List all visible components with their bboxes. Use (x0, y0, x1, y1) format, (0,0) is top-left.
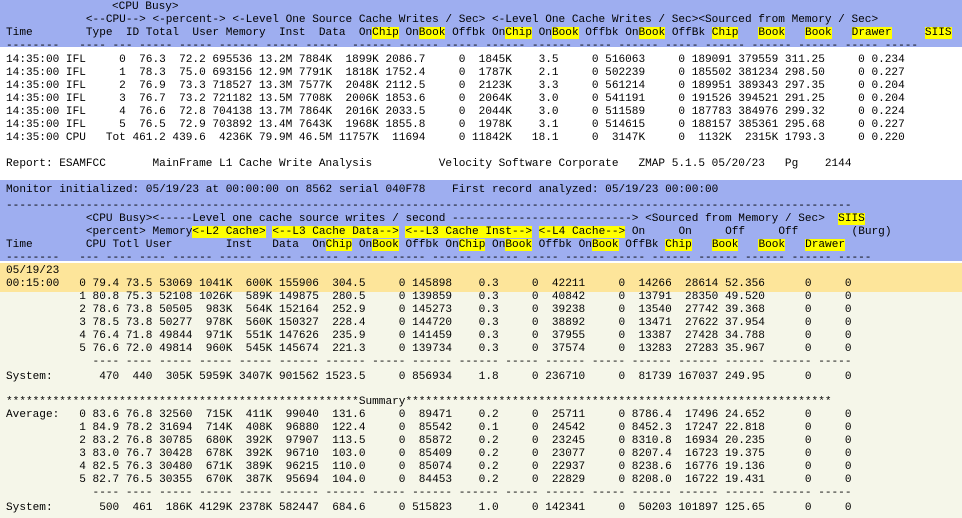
report1-header-separator: -------- ---- --- ----- ----- ------ ---… (6, 40, 919, 52)
report-title-line: Report: ESAMFCC MainFrame L1 Cache Write… (6, 158, 852, 170)
table-row: 3 78.5 73.8 50277 978K 560K 150327 228.4… (6, 317, 852, 329)
table-row-total: 14:35:00 CPU Tot 461.2 439.6 4236K 79.9M… (6, 132, 905, 144)
table-separator: ---- ---- ----- ----- ----- ------ -----… (6, 356, 852, 368)
report1-header-line-2: Time Type ID Total User Memory Inst Data… (6, 27, 952, 39)
table-row: 1 80.8 75.3 52108 1026K 589K 149875 280.… (6, 291, 852, 303)
table-row: 14:35:00 IFL 4 76.6 72.8 704138 13.7M 78… (6, 106, 905, 118)
table-row: 2 78.6 73.8 50505 983K 564K 152164 252.9… (6, 304, 852, 316)
table-row: 14:35:00 IFL 1 78.3 75.0 693156 12.9M 77… (6, 67, 905, 79)
summary-banner: ****************************************… (6, 396, 832, 408)
system-total-row: System: 470 440 305K 5959K 3407K 901562 … (6, 371, 852, 383)
average-row: 2 83.2 76.8 30785 680K 392K 97907 113.5 … (6, 435, 852, 447)
table-row: 14:35:00 IFL 0 76.3 72.2 695536 13.2M 78… (6, 54, 905, 66)
table-row: 5 76.6 72.0 49814 960K 545K 145674 221.3… (6, 343, 852, 355)
system-average-row: System: 500 461 186K 4129K 2378K 582447 … (6, 502, 852, 514)
table-row: 00:15:00 0 79.4 73.5 53069 1041K 600K 15… (6, 278, 852, 290)
report2-dash-line: ----------------------------------------… (6, 200, 852, 212)
average-row: 1 84.9 78.2 31694 714K 408K 96880 122.4 … (6, 422, 852, 434)
table-row: 14:35:00 IFL 3 76.7 73.2 721182 13.5M 77… (6, 93, 905, 105)
monitor-line: Monitor initialized: 05/19/23 at 00:00:0… (6, 184, 719, 196)
table-row: 14:35:00 IFL 2 76.9 73.3 718527 13.3M 75… (6, 80, 905, 92)
average-row: 5 82.7 76.5 30355 670K 387K 95694 104.0 … (6, 474, 852, 486)
table-row: 14:35:00 IFL 5 76.5 72.9 703892 13.4M 76… (6, 119, 905, 131)
average-row: Average: 0 83.6 76.8 32560 715K 411K 990… (6, 409, 852, 421)
report2-header-line-2: <percent> Memory<-L2 Cache> <--L3 Cache … (6, 226, 892, 238)
report2-header-line-1: <CPU Busy><-----Level one cache source w… (6, 213, 865, 225)
interval-date: 05/19/23 (6, 265, 60, 277)
average-row: 4 82.5 76.3 30480 671K 389K 96215 110.0 … (6, 461, 852, 473)
table-separator: ---- ---- ----- ----- ----- ------ -----… (6, 487, 852, 499)
table-row: 4 76.4 71.8 49844 971K 551K 147626 235.9… (6, 330, 852, 342)
average-row: 3 83.0 76.7 30428 678K 392K 96710 103.0 … (6, 448, 852, 460)
report2-header-line-3: Time CPU Totl User Inst Data OnChip OnBo… (6, 239, 846, 251)
report1-header-line-1: <--CPU--> <-percent-> <-Level One Source… (6, 14, 879, 26)
report1-cpu-busy-label: <CPU Busy> (112, 1, 179, 13)
